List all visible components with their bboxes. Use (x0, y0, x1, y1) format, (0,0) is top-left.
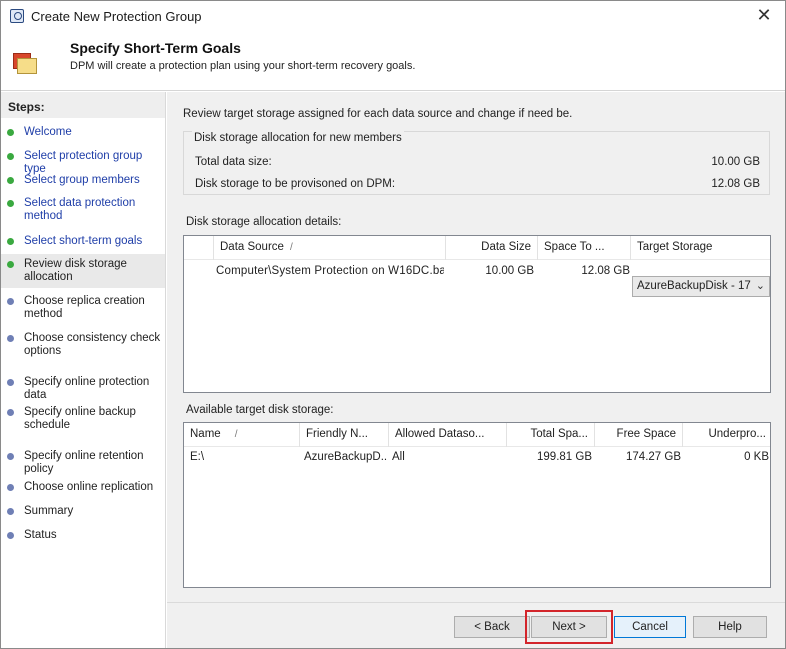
step-label: Summary (24, 505, 74, 517)
steps-title: Steps: (1, 92, 165, 118)
details-grid-header: Data Source / Data Size Space To ... Targ… (184, 236, 770, 260)
page-subtitle: DPM will create a protection plan using … (70, 60, 416, 72)
step-label: Specify online protection data (24, 376, 150, 401)
step-status[interactable]: Status (1, 529, 165, 542)
column-header-name[interactable]: Name / (184, 423, 300, 447)
column-header-total-space[interactable]: Total Spa... (507, 423, 595, 447)
sort-arrow-icon: / (234, 429, 238, 440)
groupbox-legend: Disk storage allocation for new members (192, 131, 404, 145)
column-header-free-space[interactable]: Free Space (595, 423, 683, 447)
new-members-groupbox: Disk storage allocation for new members … (183, 131, 770, 195)
provision-row: Disk storage to be provisoned on DPM: 12… (195, 178, 760, 190)
step-bullet-icon (7, 177, 14, 184)
available-storage-label: Available target disk storage: (186, 404, 334, 416)
step-label: Select data protection method (24, 197, 136, 222)
content-panel: Review target storage assigned for each … (167, 92, 785, 602)
available-grid-header: Name / Friendly N... Allowed Dataso... To… (184, 423, 770, 447)
total-data-size-value: 10.00 GB (711, 156, 760, 168)
sort-arrow-icon: / (289, 242, 293, 253)
step-bullet-icon (7, 453, 14, 460)
target-storage-value: AzureBackupDisk - 17 (637, 280, 751, 292)
step-bullet-icon (7, 238, 14, 245)
step-label: Specify online backup schedule (24, 406, 136, 431)
step-review-disk-storage-allocation[interactable]: Review disk storage allocation (1, 254, 165, 288)
step-bullet-icon (7, 508, 14, 515)
total-data-size-label: Total data size: (195, 156, 272, 168)
step-choose-replica-creation-method[interactable]: Choose replica creation method (1, 295, 165, 321)
page-title: Specify Short-Term Goals (70, 40, 241, 56)
step-label: Choose consistency check options (24, 332, 161, 357)
column-header-friendly-name[interactable]: Friendly N... (300, 423, 389, 447)
cell-name: E:\ (190, 451, 205, 463)
column-header-blank (184, 236, 214, 260)
column-header-underprovisioned[interactable]: Underpro... (683, 423, 770, 447)
details-label: Disk storage allocation details: (186, 216, 342, 228)
close-icon[interactable]: ✕ (753, 5, 775, 27)
step-label: Welcome (24, 126, 72, 138)
column-header-data-source[interactable]: Data Source / (214, 236, 446, 260)
cell-friendly-name: AzureBackupD... (304, 451, 387, 463)
available-storage-grid[interactable]: Name / Friendly N... Allowed Dataso... To… (183, 422, 771, 588)
step-choose-online-replication[interactable]: Choose online replication (1, 481, 165, 494)
cell-allowed-datasources: All (392, 451, 405, 463)
step-specify-online-protection-data[interactable]: Specify online protection data (1, 376, 165, 402)
step-label: Select group members (24, 174, 140, 186)
cell-underprovisioned: 0 KB (744, 451, 769, 463)
wizard-footer: < Back Next > Cancel Help (167, 602, 785, 648)
cell-space-to: 12.08 GB (581, 265, 630, 277)
step-bullet-icon (7, 261, 14, 268)
step-bullet-icon (7, 153, 14, 160)
step-bullet-icon (7, 409, 14, 416)
step-bullet-icon (7, 335, 14, 342)
step-label: Select protection group type (24, 150, 143, 175)
step-select-short-term-goals[interactable]: Select short-term goals (1, 235, 165, 248)
title-bar: Create New Protection Group ✕ (1, 1, 785, 31)
step-label: Choose online replication (24, 481, 154, 493)
step-bullet-icon (7, 298, 14, 305)
intro-text: Review target storage assigned for each … (183, 108, 573, 120)
provision-label: Disk storage to be provisoned on DPM: (195, 178, 396, 190)
provision-value: 12.08 GB (711, 178, 760, 190)
target-storage-dropdown[interactable]: AzureBackupDisk - 17 ⌄ (632, 276, 770, 297)
step-label: Status (24, 529, 57, 541)
step-bullet-icon (7, 532, 14, 539)
total-data-size-row: Total data size: 10.00 GB (195, 156, 760, 168)
step-welcome[interactable]: Welcome (1, 126, 165, 139)
step-bullet-icon (7, 484, 14, 491)
step-bullet-icon (7, 200, 14, 207)
cell-free-space: 174.27 GB (626, 451, 681, 463)
cell-total-space: 199.81 GB (537, 451, 592, 463)
back-button[interactable]: < Back (454, 616, 530, 638)
window-title: Create New Protection Group (31, 9, 202, 24)
help-button[interactable]: Help (693, 616, 767, 638)
step-bullet-icon (7, 379, 14, 386)
step-specify-online-backup-schedule[interactable]: Specify online backup schedule (1, 406, 165, 432)
step-label: Review disk storage allocation (24, 258, 127, 283)
cell-data-source: Computer\System Protection on W16DC.ba..… (216, 265, 444, 277)
chevron-down-icon: ⌄ (755, 280, 765, 292)
step-bullet-icon (7, 129, 14, 136)
step-select-data-protection-method[interactable]: Select data protection method (1, 197, 165, 223)
steps-panel: Steps: Welcome Select protection group t… (1, 92, 166, 648)
cell-data-size: 10.00 GB (485, 265, 534, 277)
column-header-allowed-datasources[interactable]: Allowed Dataso... (389, 423, 507, 447)
wizard-window: Create New Protection Group ✕ Specify Sh… (0, 0, 786, 649)
step-label: Specify online retention policy (24, 450, 144, 475)
column-header-space-to[interactable]: Space To ... (538, 236, 631, 260)
details-grid[interactable]: Data Source / Data Size Space To ... Targ… (183, 235, 771, 393)
step-select-group-members[interactable]: Select group members (1, 174, 165, 187)
cancel-button[interactable]: Cancel (614, 616, 686, 638)
column-header-data-size[interactable]: Data Size (446, 236, 538, 260)
wizard-header: Specify Short-Term Goals DPM will create… (1, 31, 785, 91)
protection-group-icon (13, 53, 37, 75)
step-label: Select short-term goals (24, 235, 143, 247)
step-choose-consistency-check-options[interactable]: Choose consistency check options (1, 332, 165, 358)
step-summary[interactable]: Summary (1, 505, 165, 518)
dpm-app-icon (10, 9, 24, 23)
step-select-protection-group-type[interactable]: Select protection group type (1, 150, 165, 176)
column-header-target-storage[interactable]: Target Storage (631, 236, 770, 260)
step-specify-online-retention-policy[interactable]: Specify online retention policy (1, 450, 165, 476)
next-button[interactable]: Next > (525, 610, 613, 644)
step-label: Choose replica creation method (24, 295, 145, 320)
